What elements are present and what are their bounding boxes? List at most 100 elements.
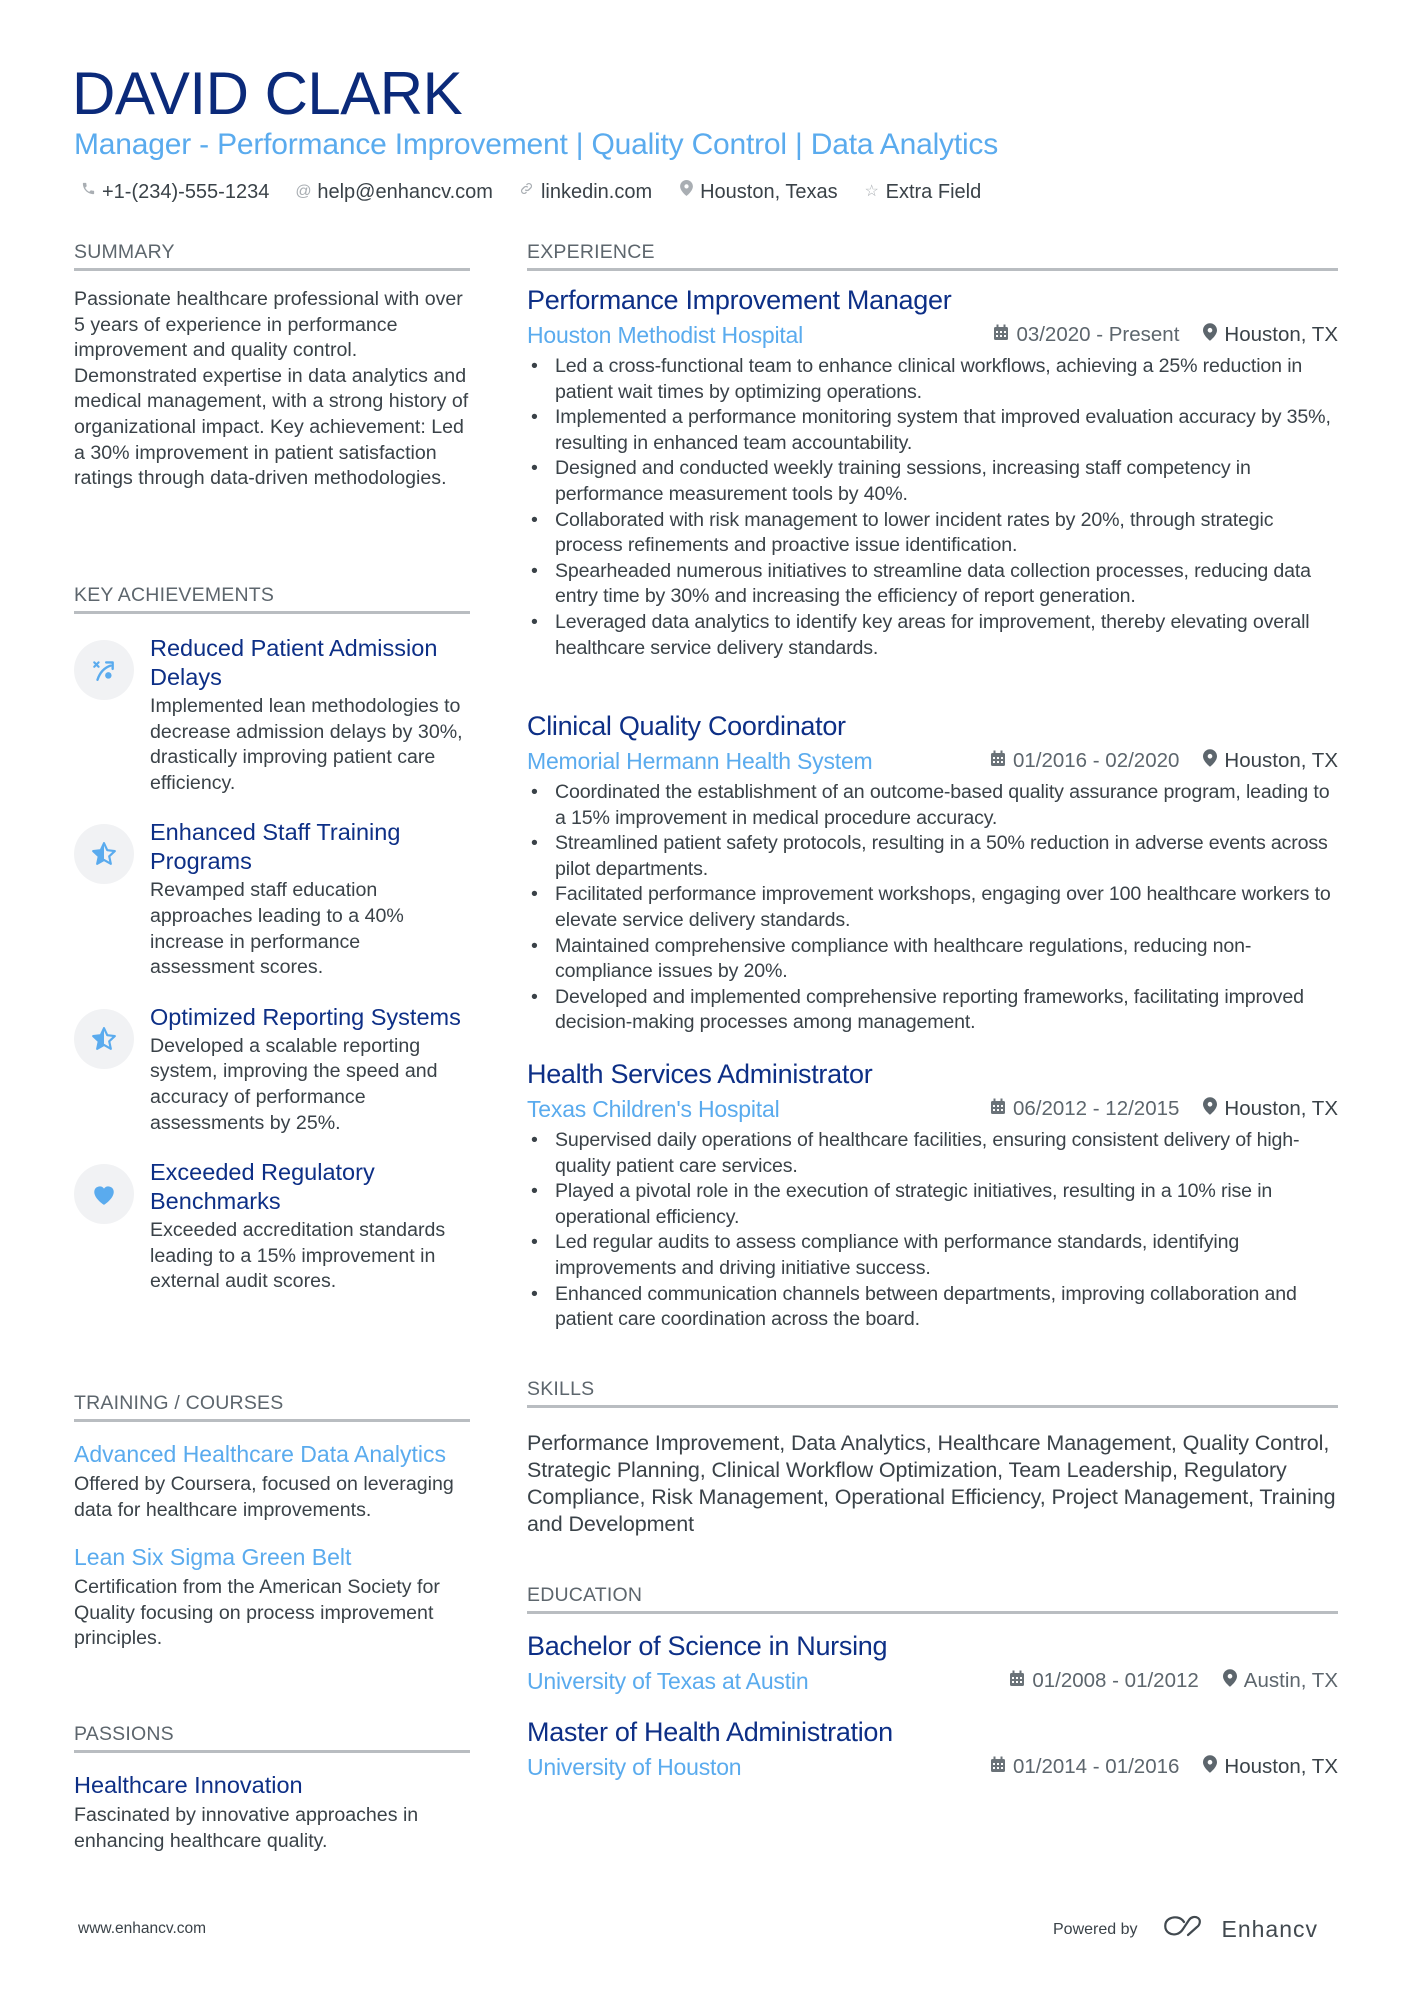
strategy-icon bbox=[74, 640, 134, 700]
achievement-title: Enhanced Staff Training Programs bbox=[150, 819, 401, 875]
link-icon bbox=[519, 179, 535, 205]
passion-description: Fascinated by innovative approaches in e… bbox=[74, 1804, 419, 1852]
achievement-description: Developed a scalable reporting system, i… bbox=[150, 1034, 438, 1134]
job-location: Houston, TX bbox=[1224, 749, 1338, 772]
bullet-item: Implemented a performance monitoring sys… bbox=[531, 405, 1338, 456]
job-location: Houston, TX bbox=[1224, 1097, 1338, 1120]
bullet-item: Collaborated with risk management to low… bbox=[531, 508, 1338, 559]
education-dates: 01/2008 - 01/2012 bbox=[1032, 1669, 1199, 1692]
achievement-title: Exceeded Regulatory Benchmarks bbox=[150, 1159, 375, 1215]
training-section: TRAINING / COURSES Advanced Healthcare D… bbox=[74, 1391, 470, 1652]
job-dates: 06/2012 - 12/2015 bbox=[1012, 1097, 1180, 1120]
company-name: Texas Children's Hospital bbox=[527, 1095, 780, 1122]
education-location: Houston, TX bbox=[1224, 1755, 1338, 1778]
location-pin-icon bbox=[1222, 1669, 1237, 1693]
experience-entry: Health Services Administrator Texas Chil… bbox=[527, 1058, 1338, 1333]
location-pin-icon bbox=[1203, 749, 1218, 773]
job-title: Performance Improvement Manager bbox=[527, 285, 952, 315]
star-half-icon bbox=[74, 824, 134, 885]
location-pin-icon bbox=[1203, 1097, 1218, 1121]
contact-extra-text: Extra Field bbox=[885, 181, 982, 203]
company-name: Memorial Hermann Health System bbox=[527, 747, 873, 774]
passion-item: Healthcare Innovation Fascinated by inno… bbox=[74, 1771, 470, 1854]
bullet-item: Maintained comprehensive compliance with… bbox=[531, 934, 1338, 985]
star-outline-icon: ☆ bbox=[864, 183, 879, 200]
footer-branding[interactable]: Powered by Enhancv bbox=[1053, 1914, 1318, 1945]
achievement-description: Exceeded accreditation standards leading… bbox=[150, 1219, 446, 1293]
footer-website-link[interactable]: www.enhancv.com bbox=[78, 1920, 206, 1938]
summary-section: SUMMARY Passionate healthcare profession… bbox=[74, 240, 470, 492]
course-description: Offered by Coursera, focused on leveragi… bbox=[74, 1473, 454, 1521]
bullet-item: Developed and implemented comprehensive … bbox=[531, 985, 1338, 1036]
job-bullets: Led a cross-functional team to enhance c… bbox=[527, 354, 1338, 661]
enhancv-logo-icon bbox=[1162, 1914, 1210, 1945]
achievement-title: Optimized Reporting Systems bbox=[150, 1003, 461, 1030]
education-entry: Master of Health Administration Universi… bbox=[527, 1716, 1338, 1782]
contact-linkedin[interactable]: linkedin.com bbox=[519, 179, 652, 205]
course-title: Advanced Healthcare Data Analytics bbox=[74, 1441, 447, 1467]
skills-section: SKILLS Performance Improvement, Data Ana… bbox=[527, 1377, 1338, 1538]
location-pin-icon bbox=[1203, 1755, 1218, 1779]
company-name: Houston Methodist Hospital bbox=[527, 321, 804, 348]
course-item: Advanced Healthcare Data Analytics Offer… bbox=[74, 1440, 470, 1523]
education-entry: Bachelor of Science in Nursing Universit… bbox=[527, 1630, 1338, 1696]
contact-row: +1-(234)-555-1234 @ help@enhancv.com lin… bbox=[80, 179, 981, 205]
location-pin-icon bbox=[678, 179, 694, 205]
heart-icon bbox=[74, 1164, 134, 1225]
section-heading-experience: EXPERIENCE bbox=[527, 240, 1338, 271]
calendar-icon bbox=[990, 1755, 1006, 1779]
bullet-item: Spearheaded numerous initiatives to stre… bbox=[531, 559, 1338, 610]
section-heading-training: TRAINING / COURSES bbox=[74, 1391, 470, 1422]
bullet-item: Leveraged data analytics to identify key… bbox=[531, 610, 1338, 661]
section-heading-key-achievements: KEY ACHIEVEMENTS bbox=[74, 583, 470, 614]
contact-extra: ☆ Extra Field bbox=[864, 179, 982, 205]
job-bullets: Coordinated the establishment of an outc… bbox=[527, 780, 1338, 1036]
education-dates: 01/2014 - 01/2016 bbox=[1012, 1755, 1180, 1778]
job-title: Health Services Administrator bbox=[527, 1059, 873, 1089]
bullet-item: Played a pivotal role in the execution o… bbox=[531, 1179, 1338, 1230]
passion-title: Healthcare Innovation bbox=[74, 1772, 303, 1798]
phone-icon bbox=[80, 179, 96, 205]
passions-section: PASSIONS Healthcare Innovation Fascinate… bbox=[74, 1722, 470, 1854]
achievement-title: Reduced Patient Admission Delays bbox=[150, 635, 438, 690]
bullet-item: Facilitated performance improvement work… bbox=[531, 882, 1338, 933]
achievement-description: Revamped staff education approaches lead… bbox=[150, 879, 404, 979]
star-half-icon bbox=[74, 1008, 134, 1069]
powered-by-label: Powered by bbox=[1053, 1920, 1138, 1938]
section-heading-education: EDUCATION bbox=[527, 1583, 1338, 1614]
experience-entry: Performance Improvement Manager Houston … bbox=[527, 284, 1338, 661]
section-heading-passions: PASSIONS bbox=[74, 1722, 470, 1753]
contact-phone[interactable]: +1-(234)-555-1234 bbox=[80, 179, 269, 205]
candidate-name: DAVID CLARK bbox=[72, 60, 463, 127]
bullet-item: Led a cross-functional team to enhance c… bbox=[531, 354, 1338, 405]
candidate-title: Manager - Performance Improvement | Qual… bbox=[74, 128, 999, 161]
experience-section: EXPERIENCE bbox=[527, 240, 1338, 271]
job-dates: 03/2020 - Present bbox=[1016, 323, 1180, 346]
bullet-item: Coordinated the establishment of an outc… bbox=[531, 780, 1338, 831]
job-bullets: Supervised daily operations of healthcar… bbox=[527, 1128, 1338, 1333]
contact-location-text: Houston, Texas bbox=[700, 181, 838, 203]
achievement-item: Optimized Reporting Systems Developed a … bbox=[74, 1003, 470, 1136]
calendar-icon bbox=[993, 323, 1009, 347]
course-item: Lean Six Sigma Green Belt Certification … bbox=[74, 1543, 470, 1652]
calendar-icon bbox=[1009, 1669, 1025, 1693]
contact-email[interactable]: @ help@enhancv.com bbox=[295, 179, 493, 205]
course-description: Certification from the American Society … bbox=[74, 1576, 440, 1650]
enhancv-brand-name: Enhancv bbox=[1221, 1916, 1319, 1942]
course-title: Lean Six Sigma Green Belt bbox=[74, 1544, 352, 1571]
degree-title: Master of Health Administration bbox=[527, 1717, 893, 1747]
achievement-item: Exceeded Regulatory Benchmarks Exceeded … bbox=[74, 1158, 470, 1295]
job-dates: 01/2016 - 02/2020 bbox=[1012, 749, 1180, 772]
bullet-item: Led regular audits to assess compliance … bbox=[531, 1230, 1338, 1281]
bullet-item: Enhanced communication channels between … bbox=[531, 1282, 1338, 1333]
achievement-item: Enhanced Staff Training Programs Revampe… bbox=[74, 818, 470, 980]
education-section: EDUCATION Bachelor of Science in Nursing… bbox=[527, 1583, 1338, 1782]
job-title: Clinical Quality Coordinator bbox=[527, 711, 846, 741]
summary-text: Passionate healthcare professional with … bbox=[74, 288, 469, 490]
section-heading-skills: SKILLS bbox=[527, 1377, 1338, 1408]
section-heading-summary: SUMMARY bbox=[74, 240, 470, 271]
contact-phone-text: +1-(234)-555-1234 bbox=[102, 181, 270, 203]
at-icon: @ bbox=[295, 183, 312, 200]
achievement-description: Implemented lean methodologies to decrea… bbox=[150, 695, 463, 794]
key-achievements-section: KEY ACHIEVEMENTS Reduced Patient Admissi… bbox=[74, 583, 470, 1295]
